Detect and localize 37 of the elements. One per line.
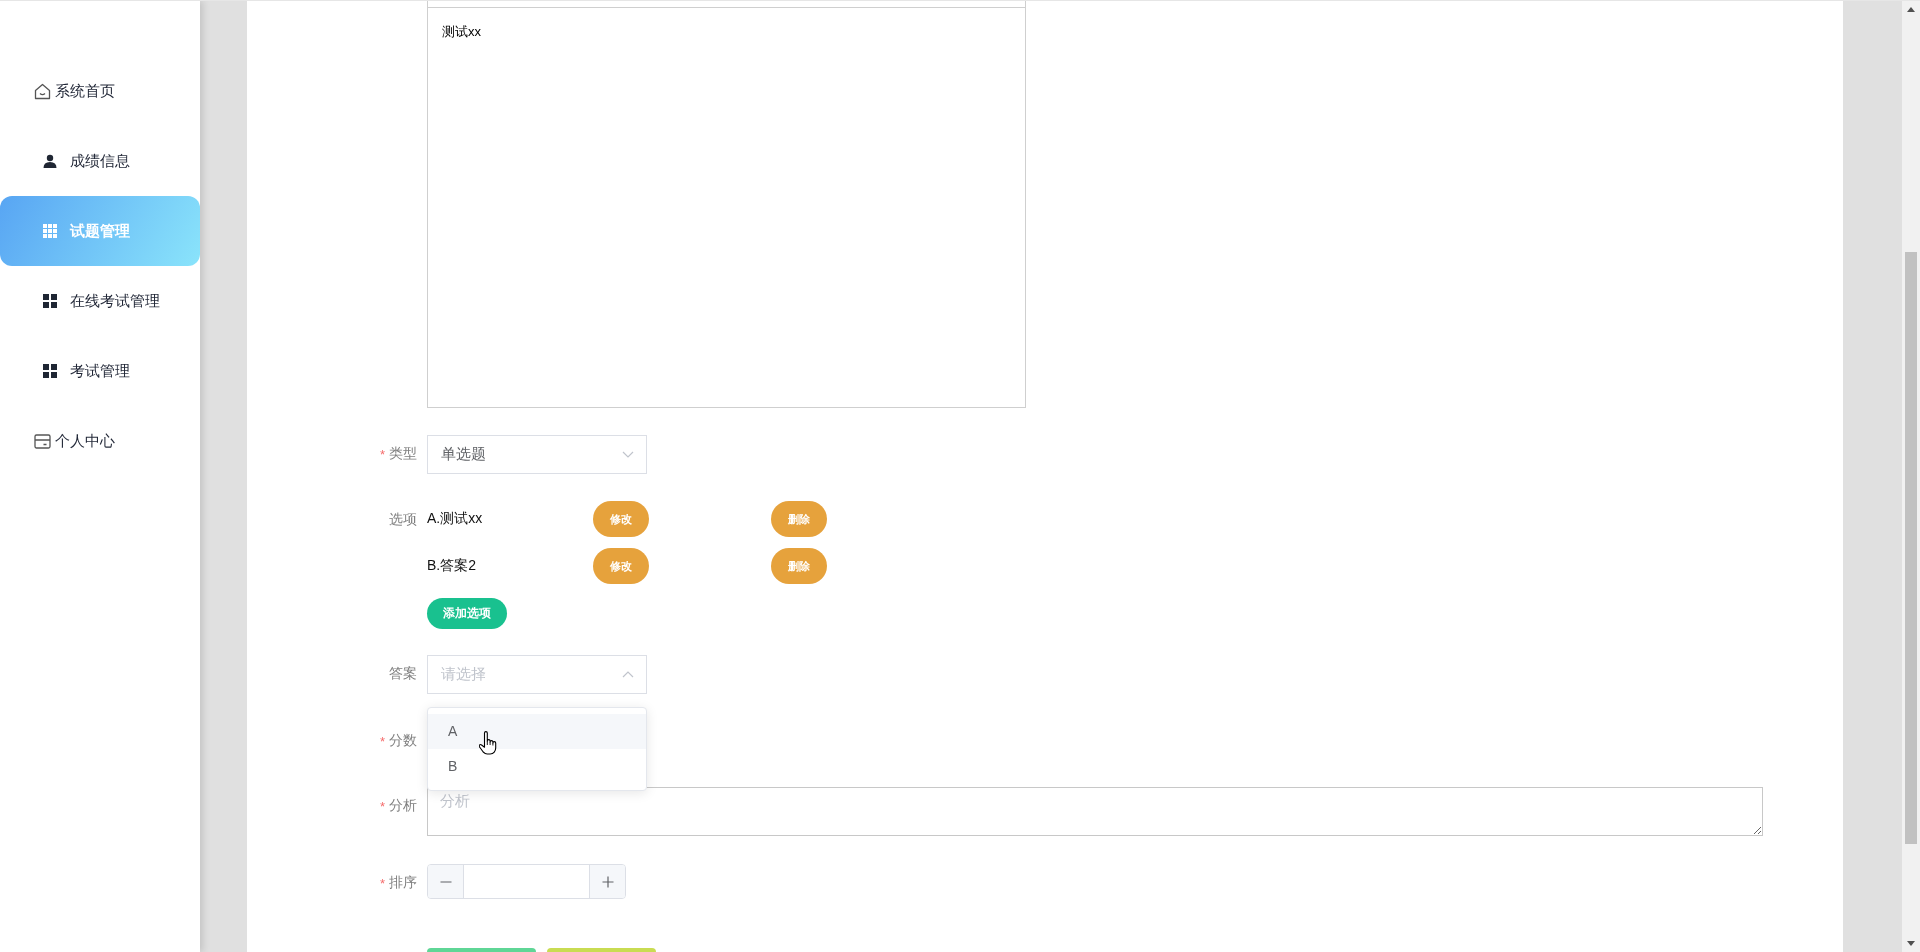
tiles-icon	[43, 364, 57, 378]
form-label: 类型	[389, 445, 417, 463]
option-text: A.测试xx	[427, 510, 484, 528]
option-text: B.答案2	[427, 557, 477, 575]
scroll-down-arrow-icon[interactable]	[1907, 941, 1915, 946]
sidebar-item[interactable]: 成绩信息	[0, 126, 200, 196]
dropdown-option[interactable]: B	[428, 749, 646, 784]
tiles-icon	[43, 294, 57, 308]
card-icon	[34, 432, 51, 450]
sidebar-item[interactable]: 在线考试管理	[0, 266, 200, 336]
person-icon	[43, 154, 57, 168]
analysis-textarea[interactable]: 分析	[427, 787, 1763, 836]
increment-button[interactable]	[589, 865, 625, 898]
form-label: 排序	[389, 874, 417, 892]
grid-icon	[43, 224, 57, 238]
plus-icon	[601, 875, 614, 888]
form-label: 分析	[389, 797, 417, 815]
sidebar-item[interactable]: 系统首页	[0, 56, 200, 126]
form-label: 选项	[389, 511, 417, 529]
type-select[interactable]: 单选题	[427, 435, 647, 474]
sidebar-item[interactable]: 个人中心	[0, 406, 200, 476]
chevron-down-icon	[622, 451, 634, 458]
required-mark: *	[379, 446, 385, 462]
decrement-button[interactable]	[428, 865, 464, 898]
scroll-up-arrow-icon[interactable]	[1907, 7, 1915, 12]
required-mark: *	[379, 875, 385, 891]
required-mark: *	[379, 733, 385, 749]
chevron-up-icon	[622, 671, 634, 678]
form-label: 分数	[389, 732, 417, 750]
scrollbar-thumb[interactable]	[1905, 252, 1917, 844]
hand-cursor-icon	[479, 731, 498, 755]
sidebar-item[interactable]: 考试管理	[0, 336, 200, 406]
form-label: 答案	[389, 665, 417, 683]
editor-field[interactable]: 测试xx	[427, 8, 1026, 408]
home-icon	[34, 82, 51, 100]
dropdown-option[interactable]: A	[428, 714, 646, 749]
required-mark: *	[379, 798, 385, 814]
